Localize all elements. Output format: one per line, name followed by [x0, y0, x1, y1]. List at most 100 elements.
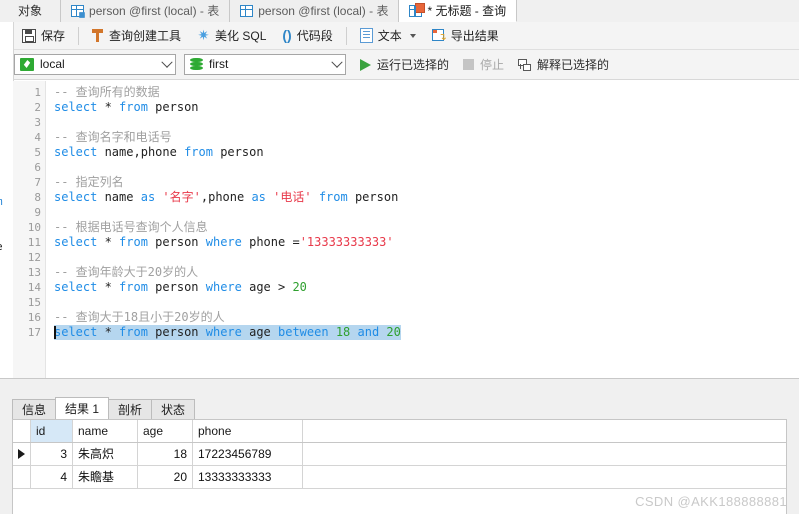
explain-selected-button[interactable]: 解释已选择的	[518, 56, 609, 73]
run-selected-button[interactable]: 运行已选择的	[360, 56, 449, 73]
code-line[interactable]: -- 根据电话号查询个人信息	[54, 220, 208, 235]
code-line[interactable]: -- 查询年龄大于20岁的人	[54, 265, 198, 280]
code-token-kw: from	[119, 235, 148, 249]
code-token-num: 18	[335, 325, 351, 339]
code-token-kw: where	[205, 235, 242, 249]
cell-id[interactable]: 3	[31, 443, 73, 465]
code-line[interactable]: -- 查询名字和电话号	[54, 130, 172, 145]
collapsed-side-panel[interactable]: m e	[0, 22, 14, 378]
results-tab-3[interactable]: 状态	[151, 399, 196, 419]
table-row[interactable]: 3 朱高炽 18 17223456789	[13, 443, 786, 466]
results-tab-1[interactable]: 结果 1	[55, 397, 110, 419]
code-line[interactable]: select * from person	[54, 100, 199, 115]
column-header-phone[interactable]: phone	[193, 420, 303, 442]
code-token-id: phone	[208, 190, 252, 204]
line-number: 8	[34, 191, 41, 204]
code-token-id: person	[212, 145, 264, 159]
beautify-sql-label: 美化 SQL	[215, 29, 267, 43]
tab-person-table-2[interactable]: person @first (local) - 表	[230, 0, 400, 22]
explain-icon	[518, 58, 532, 71]
chevron-down-icon[interactable]	[409, 33, 416, 38]
code-token-str: '13333333333'	[299, 235, 394, 249]
tab-person-table-2-label: person @first (local) - 表	[258, 4, 389, 18]
code-token-str: '名字'	[162, 190, 201, 204]
line-number: 10	[27, 221, 41, 234]
code-token-cmt: -- 查询年龄大于20岁的人	[54, 265, 199, 279]
query-icon	[409, 2, 426, 17]
sql-editor[interactable]: 1 2 3 4 5 6 7 8 9 10 11 12 13 14 15 16 17 -- 查询所有的数据 sele…	[13, 81, 799, 378]
cell-age[interactable]: 20	[138, 466, 193, 488]
code-token-kw: from	[318, 190, 348, 204]
row-marker-header	[13, 420, 31, 442]
code-token-op: ,	[200, 190, 209, 204]
play-icon	[360, 58, 371, 71]
results-body: 3 朱高炽 18 17223456789 4 朱瞻基 20 13333333333	[13, 443, 786, 489]
connection-select[interactable]: local	[14, 54, 176, 75]
cell-name[interactable]: 朱瞻基	[73, 466, 138, 488]
beautify-sql-button[interactable]: ✷ 美化 SQL	[189, 24, 274, 48]
line-number: 7	[34, 176, 41, 189]
connection-select-value: local	[40, 57, 65, 71]
text-caret	[54, 326, 56, 339]
column-header-name[interactable]: name	[73, 420, 138, 442]
code-token-kw: select	[54, 280, 98, 294]
text-mode-button[interactable]: 文本	[352, 24, 424, 48]
row-marker[interactable]	[13, 466, 31, 488]
code-line[interactable]: select * from person where age between 1…	[54, 325, 401, 340]
query-builder-icon	[92, 29, 104, 42]
chevron-down-icon[interactable]	[331, 56, 343, 68]
code-line[interactable]: -- 查询大于18且小于20岁的人	[54, 310, 225, 325]
cell-id[interactable]: 4	[31, 466, 73, 488]
current-row-arrow-icon	[18, 449, 25, 459]
app-window: 对象 person @first (local) - 表 person @fir…	[0, 0, 799, 514]
code-token-num: 20	[292, 280, 307, 294]
code-token-kw: and	[357, 325, 380, 339]
code-token-cmt: -- 查询名字和电话号	[54, 130, 172, 144]
explain-selected-label: 解释已选择的	[537, 58, 610, 72]
wand-icon: ✷	[197, 27, 210, 43]
code-token-op	[329, 325, 336, 339]
code-token-op: *	[97, 325, 120, 339]
code-token-op: =	[292, 235, 300, 249]
cell-age[interactable]: 18	[138, 443, 193, 465]
cell-phone[interactable]: 13333333333	[193, 466, 303, 488]
table-icon	[240, 5, 254, 17]
code-line[interactable]: -- 指定列名	[54, 175, 124, 190]
save-button[interactable]: 保存	[14, 24, 73, 48]
toolbar-divider-1	[78, 26, 80, 45]
code-line[interactable]: select * from person where phone ='13333…	[54, 235, 394, 250]
code-snippet-button[interactable]: () 代码段	[274, 24, 340, 48]
code-line[interactable]: select name,phone from person	[54, 145, 264, 160]
toolbar-divider-2	[345, 26, 347, 45]
code-token-kw: from	[119, 325, 148, 339]
chevron-down-icon[interactable]	[161, 56, 173, 68]
code-token-kw: select	[54, 235, 98, 249]
code-line[interactable]: select name as '名字',phone as '电话' from p…	[54, 190, 398, 205]
cell-name[interactable]: 朱高炽	[73, 443, 138, 465]
code-token-kw: where	[205, 280, 242, 294]
query-builder-button[interactable]: 查询创建工具	[84, 24, 189, 48]
tab-untitled-query-label: * 无标题 - 查询	[427, 3, 507, 18]
tab-objects[interactable]: 对象	[0, 0, 62, 22]
code-line[interactable]: -- 查询所有的数据	[54, 85, 160, 100]
results-tab-2[interactable]: 剖析	[108, 399, 153, 419]
export-result-button[interactable]: ↴ 导出结果	[424, 24, 507, 48]
code-token-kw: select	[54, 100, 98, 114]
tab-person-table-1[interactable]: person @first (local) - 表	[61, 0, 231, 22]
cell-phone[interactable]: 17223456789	[193, 443, 303, 465]
code-line[interactable]: select * from person where age > 20	[54, 280, 307, 295]
row-marker[interactable]	[13, 443, 31, 465]
tab-untitled-query[interactable]: * 无标题 - 查询	[399, 0, 518, 22]
document-icon	[359, 28, 373, 43]
code-token-id: name	[97, 190, 141, 204]
table-row[interactable]: 4 朱瞻基 20 13333333333	[13, 466, 786, 489]
editor-code-area[interactable]: -- 查询所有的数据 select * from person -- 查询名字和电话…	[46, 81, 799, 378]
column-header-id[interactable]: id	[31, 420, 73, 442]
line-number: 1	[34, 86, 41, 99]
save-button-label: 保存	[41, 29, 66, 43]
line-number: 2	[34, 101, 41, 114]
results-tab-0[interactable]: 信息	[12, 399, 57, 419]
column-header-age[interactable]: age	[138, 420, 193, 442]
database-icon	[190, 58, 203, 71]
database-select[interactable]: first	[184, 54, 346, 75]
